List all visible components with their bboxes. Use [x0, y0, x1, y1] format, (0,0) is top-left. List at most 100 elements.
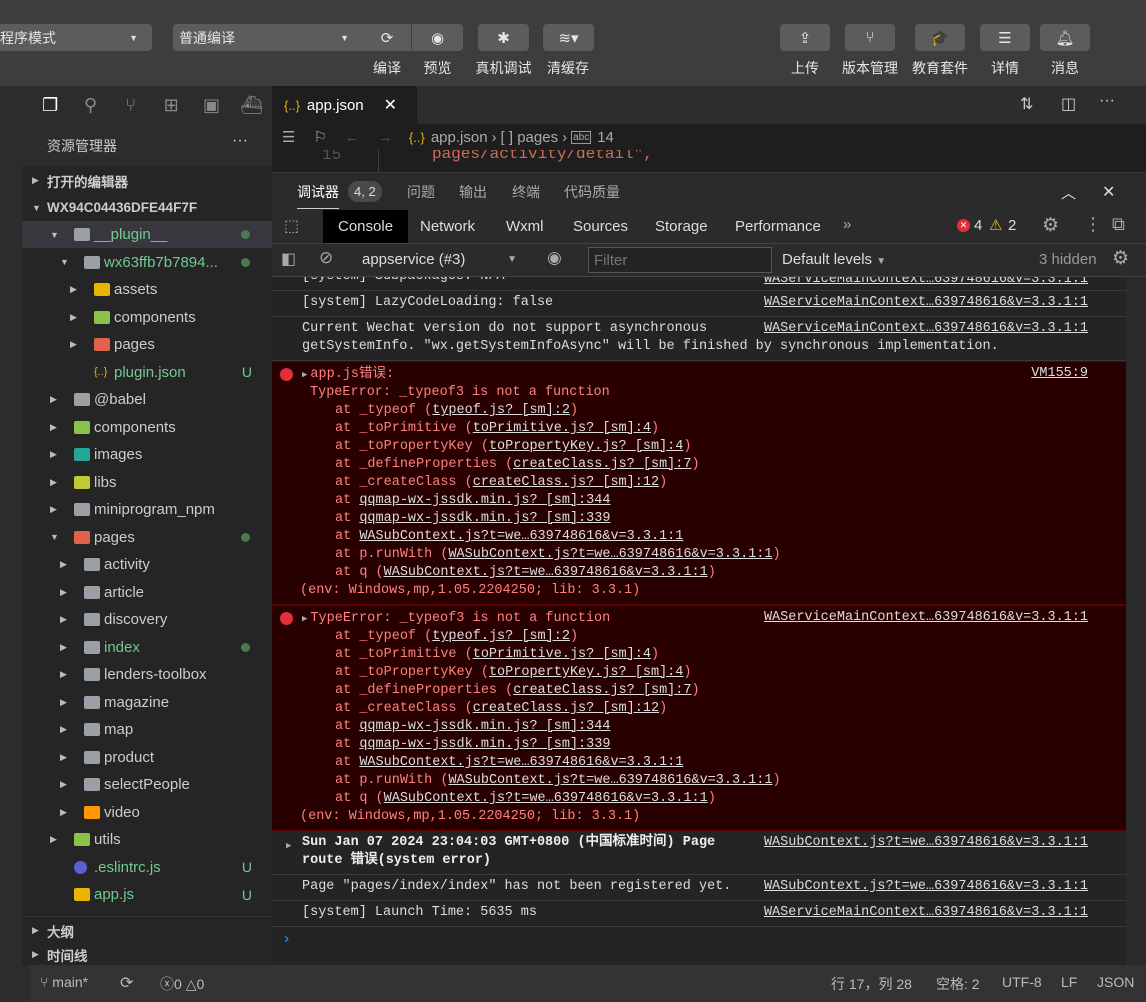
tree-item[interactable]: ▶ @babel	[22, 386, 272, 413]
stack-link[interactable]: toPropertyKey.js? [sm]:4	[489, 665, 683, 680]
stack-link[interactable]: WASubContext.js?t=we…639748616&v=3.3.1:1	[359, 529, 683, 544]
search-icon[interactable]: ⚲	[70, 95, 110, 116]
section-timeline[interactable]: ▶ 时间线	[22, 944, 272, 965]
stack-link[interactable]: qqmap-wx-jssdk.min.js? [sm]:339	[359, 511, 610, 526]
tree-item[interactable]: ▶ video	[22, 799, 272, 826]
tree-item[interactable]: ▶ miniprogram_npm	[22, 496, 272, 523]
forward-arrow-icon[interactable]: →	[378, 129, 393, 146]
undock-icon[interactable]: ⧉	[1112, 214, 1125, 235]
git-branch[interactable]: ⑂ main*	[40, 974, 88, 990]
stack-link[interactable]: qqmap-wx-jssdk.min.js? [sm]:344	[359, 493, 610, 508]
split-editor-icon[interactable]: ◫	[1061, 94, 1076, 114]
tab-terminal[interactable]: 终端	[512, 173, 540, 211]
tab-code-quality[interactable]: 代码质量	[564, 173, 620, 211]
close-panel-icon[interactable]: ✕	[1102, 182, 1115, 202]
stack-link[interactable]: WASubContext.js?t=we…639748616&v=3.3.1:1	[384, 565, 708, 580]
outline-list-icon[interactable]: ☰	[282, 128, 295, 146]
tree-item[interactable]: ▶ lenders-toolbox	[22, 661, 272, 688]
tab-network[interactable]: Network	[405, 210, 490, 243]
tab-debugger[interactable]: 调试器	[297, 173, 339, 209]
end-of-line[interactable]: LF	[1061, 974, 1077, 990]
source-link[interactable]: WASubContext.js?t=we…639748616&v=3.3.1:1	[764, 834, 1088, 852]
stack-link[interactable]: qqmap-wx-jssdk.min.js? [sm]:344	[359, 719, 610, 734]
breadcrumb-item[interactable]: 14	[597, 129, 614, 146]
source-link[interactable]: WAServiceMainContext…639748616&v=3.3.1:1	[764, 294, 1088, 312]
details-button[interactable]: ☰	[980, 24, 1030, 51]
tab-console[interactable]: Console	[323, 210, 409, 243]
context-select[interactable]: appservice (#3) ▼	[352, 244, 527, 276]
expand-triangle-icon[interactable]: ▶	[302, 614, 307, 624]
indentation[interactable]: 空格: 2	[936, 974, 980, 994]
tab-app-json[interactable]: {..} app.json ✕	[272, 86, 417, 124]
stack-link[interactable]: WASubContext.js?t=we…639748616&v=3.3.1:1	[359, 755, 683, 770]
live-expression-eye-icon[interactable]: ◉	[547, 248, 562, 268]
tree-item[interactable]: ▶ index	[22, 634, 272, 661]
tree-item[interactable]: ▶ map	[22, 716, 272, 743]
upload-button[interactable]: ⇪	[780, 24, 830, 51]
version-button[interactable]: ⑂	[845, 24, 895, 51]
more-icon[interactable]: ···	[232, 132, 248, 150]
problems-indicator[interactable]: ⓧ0 △0	[160, 974, 204, 994]
stack-link[interactable]: WASubContext.js?t=we…639748616&v=3.3.1:1	[448, 773, 772, 788]
section-open-editors[interactable]: ▶ 打开的编辑器	[22, 167, 272, 194]
tree-item[interactable]: ▶ article	[22, 579, 272, 606]
stack-link[interactable]: WASubContext.js?t=we…639748616&v=3.3.1:1	[448, 547, 772, 562]
extensions-icon[interactable]: ⊞	[151, 95, 191, 116]
stack-link[interactable]: toPrimitive.js? [sm]:4	[473, 421, 651, 436]
cursor-position[interactable]: 行 17，列 28	[831, 974, 912, 994]
tab-performance[interactable]: Performance	[720, 210, 836, 243]
tree-item[interactable]: ▶ activity	[22, 551, 272, 578]
messages-button[interactable]: 🔔︎	[1040, 24, 1090, 51]
clear-console-icon[interactable]: ⊘	[319, 248, 333, 268]
tab-sources[interactable]: Sources	[558, 210, 643, 243]
warning-count[interactable]: 2	[1008, 217, 1016, 234]
tree-item[interactable]: ▶ components	[22, 414, 272, 441]
stack-link[interactable]: WASubContext.js?t=we…639748616&v=3.3.1:1	[384, 791, 708, 806]
chevron-up-icon[interactable]: ︿	[1061, 182, 1076, 203]
source-control-icon[interactable]: ⑂	[111, 95, 151, 116]
filter-input[interactable]	[588, 247, 772, 273]
expand-triangle-icon[interactable]: ▶	[286, 837, 291, 855]
source-link[interactable]: WAServiceMainContext…639748616&v=3.3.1:1	[764, 904, 1088, 922]
tab-wxml[interactable]: Wxml	[491, 210, 559, 243]
education-button[interactable]: 🎓	[915, 24, 965, 51]
compile-button[interactable]: ⟳	[363, 24, 411, 51]
preview-button[interactable]: ◉	[412, 24, 463, 51]
stack-link[interactable]: createClass.js? [sm]:12	[473, 701, 659, 716]
source-link[interactable]: WAServiceMainContext…639748616&v=3.3.1:1	[764, 320, 1088, 338]
encoding[interactable]: UTF-8	[1002, 974, 1042, 990]
source-link[interactable]: VM155:9	[1031, 365, 1088, 383]
tree-item[interactable]: ▶ libs	[22, 469, 272, 496]
tab-storage[interactable]: Storage	[640, 210, 723, 243]
section-project[interactable]: ▼ WX94C04436DFE44F7F	[22, 194, 272, 221]
code-line[interactable]: 15 pages/activity/detail",	[272, 150, 1146, 172]
console-scrollbar[interactable]	[1126, 277, 1146, 965]
remote-debug-button[interactable]: ✱	[478, 24, 529, 51]
tree-item[interactable]: {..} plugin.json U	[22, 359, 272, 386]
source-link[interactable]: WAServiceMainContext…639748616&v=3.3.1:1	[764, 609, 1088, 627]
clear-cache-button[interactable]: ≋▾	[543, 24, 594, 51]
files-icon[interactable]: ❐	[30, 95, 70, 116]
bookmark-icon[interactable]: ⚐	[313, 128, 326, 146]
storage-icon[interactable]: ▣	[191, 95, 231, 116]
expand-triangle-icon[interactable]: ▶	[302, 370, 307, 380]
tree-item[interactable]: ▶ magazine	[22, 689, 272, 716]
source-link[interactable]: WAServiceMainContext…639748616&v=3.3.1:1	[764, 277, 1088, 289]
tree-item[interactable]: app.js U	[22, 881, 272, 908]
stack-link[interactable]: toPropertyKey.js? [sm]:4	[489, 439, 683, 454]
docker-icon[interactable]: ⛴	[232, 95, 272, 116]
section-outline[interactable]: ▶ 大纲	[22, 916, 272, 944]
breadcrumb-item[interactable]: [ ] pages	[501, 129, 559, 146]
tree-item[interactable]: .eslintrc.js U	[22, 854, 272, 881]
sync-icon[interactable]: ⟳	[120, 973, 133, 993]
tab-problems[interactable]: 问题	[407, 173, 435, 211]
tree-item[interactable]: ▶ pages	[22, 331, 272, 358]
tree-item[interactable]: ▶ images	[22, 441, 272, 468]
tree-item[interactable]: ▶ selectPeople	[22, 771, 272, 798]
kebab-menu-icon[interactable]: ⋮	[1084, 214, 1102, 235]
stack-link[interactable]: toPrimitive.js? [sm]:4	[473, 647, 651, 662]
tree-item[interactable]: ▼ wx63ffb7b7894...	[22, 249, 272, 276]
sidebar-toggle-icon[interactable]: ◧	[281, 249, 296, 269]
source-link[interactable]: WASubContext.js?t=we…639748616&v=3.3.1:1	[764, 878, 1088, 896]
settings-icon[interactable]: ⚙	[1042, 214, 1059, 237]
